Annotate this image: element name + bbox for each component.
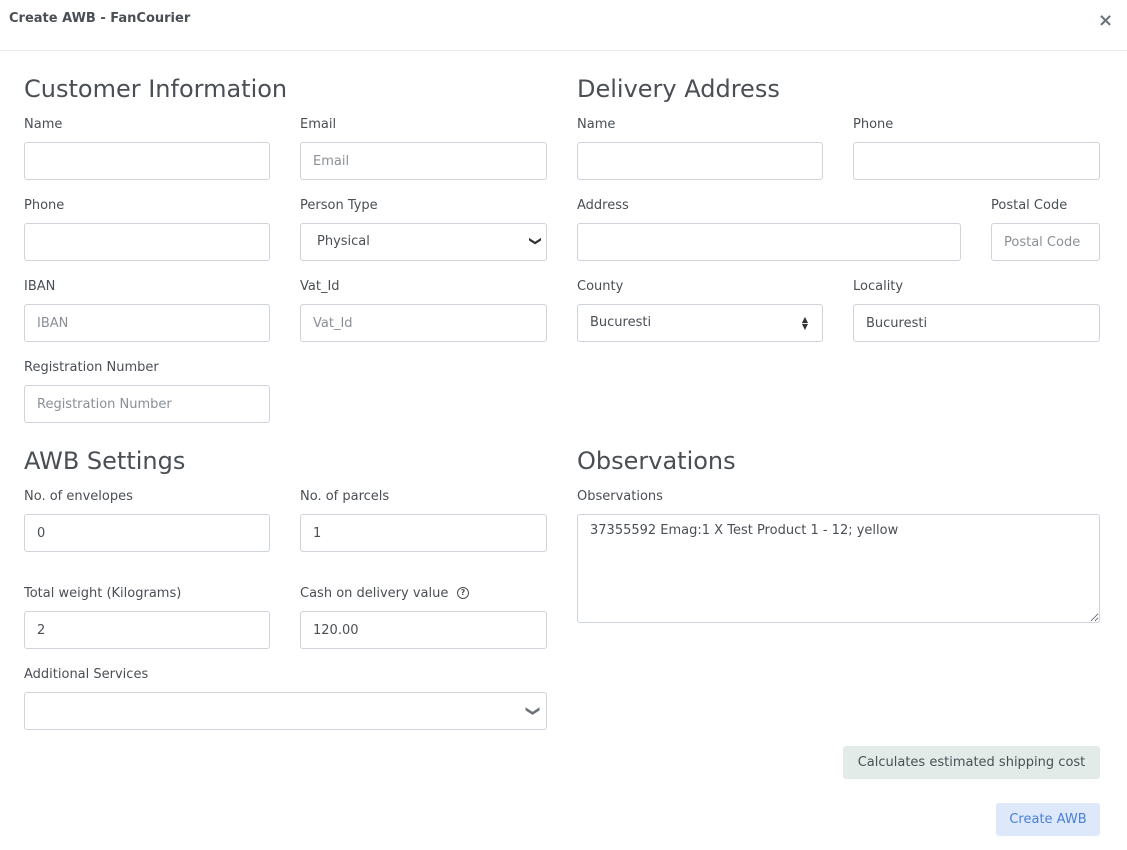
county-label: County (577, 279, 624, 294)
postal-code-label: Postal Code (991, 198, 1068, 213)
calculate-shipping-button[interactable]: Calculates estimated shipping cost (843, 746, 1100, 779)
envelopes-label: No. of envelopes (24, 489, 133, 504)
postal-code-input[interactable] (991, 223, 1100, 261)
additional-services-label: Additional Services (24, 667, 149, 682)
address-label: Address (577, 198, 629, 213)
iban-label: IBAN (24, 279, 56, 294)
customer-name-label: Name (24, 117, 63, 132)
delivery-address-heading: Delivery Address (577, 75, 780, 103)
county-value: Bucuresti (590, 315, 652, 330)
parcels-input[interactable] (300, 514, 547, 552)
customer-name-input[interactable] (24, 142, 270, 180)
customer-phone-input[interactable] (24, 223, 270, 261)
customer-email-label: Email (300, 117, 337, 132)
delivery-name-label: Name (577, 117, 616, 132)
registration-number-label: Registration Number (24, 360, 159, 375)
weight-input[interactable] (24, 611, 270, 649)
observations-heading: Observations (577, 447, 736, 475)
modal-title: Create AWB - FanCourier (9, 11, 191, 26)
parcels-label: No. of parcels (300, 489, 390, 504)
person-type-label: Person Type (300, 198, 378, 213)
cod-input[interactable] (300, 611, 547, 649)
vat-id-label: Vat_Id (300, 279, 340, 294)
registration-number-input[interactable] (24, 385, 270, 423)
locality-label: Locality (853, 279, 904, 294)
vat-id-input[interactable] (300, 304, 547, 342)
county-select[interactable]: Bucuresti (577, 304, 823, 342)
customer-info-heading: Customer Information (24, 75, 288, 103)
help-icon[interactable]: ? (457, 587, 469, 599)
delivery-name-input[interactable] (577, 142, 823, 180)
customer-email-input[interactable] (300, 142, 547, 180)
close-icon[interactable]: × (1098, 10, 1113, 31)
additional-services-select[interactable] (24, 692, 547, 730)
observations-textarea[interactable]: 37355592 Emag:1 X Test Product 1 - 12; y… (577, 514, 1100, 623)
address-input[interactable] (577, 223, 961, 261)
customer-phone-label: Phone (24, 198, 65, 213)
weight-label: Total weight (Kilograms) (24, 586, 182, 601)
person-type-select[interactable]: Physical (300, 223, 547, 261)
delivery-phone-input[interactable] (853, 142, 1100, 180)
delivery-phone-label: Phone (853, 117, 894, 132)
envelopes-input[interactable] (24, 514, 270, 552)
cod-label: Cash on delivery value (300, 586, 449, 601)
observations-label: Observations (577, 489, 663, 504)
person-type-value: Physical (317, 234, 370, 249)
locality-input[interactable] (853, 304, 1100, 342)
awb-settings-heading: AWB Settings (24, 447, 186, 475)
iban-input[interactable] (24, 304, 270, 342)
create-awb-button[interactable]: Create AWB (996, 803, 1100, 836)
